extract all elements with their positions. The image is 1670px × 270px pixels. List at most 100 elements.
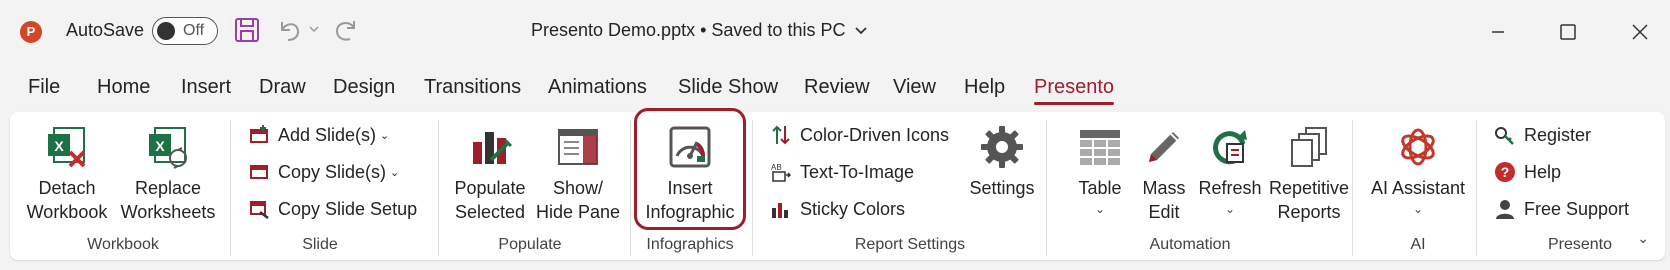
replace-worksheets-button[interactable]: X Replace Worksheets bbox=[118, 124, 218, 224]
sticky-colors-button[interactable]: Sticky Colors bbox=[770, 194, 905, 224]
autosave-state: Off bbox=[183, 22, 205, 39]
refresh-label: Refresh bbox=[1198, 178, 1262, 198]
toggle-knob bbox=[157, 22, 175, 40]
add-slides-button[interactable]: Add Slide(s) ⌄ bbox=[248, 120, 389, 150]
populate-selected-button[interactable]: Populate Selected bbox=[450, 124, 530, 224]
show-hide-pane-button[interactable]: Show/Hide Pane bbox=[536, 124, 620, 224]
pencil-icon bbox=[1149, 132, 1179, 162]
replace-worksheets-icon: X bbox=[149, 127, 187, 169]
svg-text:X: X bbox=[155, 138, 165, 154]
copy-slide-setup-label: Copy Slide Setup bbox=[278, 198, 418, 219]
group-separator bbox=[1352, 120, 1353, 256]
show-hide-pane-label: Show/Hide Pane bbox=[536, 178, 621, 222]
bar-chart-icon bbox=[772, 203, 788, 218]
copy-slides-label: Copy Slide(s) bbox=[278, 161, 387, 182]
refresh-icon bbox=[1213, 130, 1247, 165]
tab-design[interactable]: Design bbox=[333, 76, 395, 99]
close-icon[interactable] bbox=[1626, 18, 1654, 46]
group-label-slide: Slide bbox=[302, 236, 338, 253]
mass-edit-label: Mass Edit bbox=[1142, 178, 1186, 222]
free-support-button[interactable]: Free Support bbox=[1494, 194, 1629, 224]
tab-file[interactable]: File bbox=[28, 76, 60, 99]
refresh-button[interactable]: Refresh ⌄ bbox=[1192, 124, 1268, 216]
repetitive-reports-label: Repetitive Reports bbox=[1268, 178, 1350, 222]
tab-animations[interactable]: Animations bbox=[548, 76, 647, 99]
title-bar: P AutoSave Off Presento Demo.pptx • Save… bbox=[0, 0, 1670, 64]
copy-slides-button[interactable]: Copy Slide(s) ⌄ bbox=[248, 157, 399, 187]
chevron-down-icon bbox=[855, 27, 868, 35]
group-label-report-settings: Report Settings bbox=[854, 236, 966, 253]
add-slides-label: Add Slide(s) bbox=[278, 124, 377, 145]
tab-help[interactable]: Help bbox=[964, 76, 1005, 99]
ai-knot-icon bbox=[1401, 128, 1435, 166]
add-slide-icon bbox=[250, 125, 268, 143]
ribbon-tabs: File Home Insert Draw Design Transitions… bbox=[0, 76, 1670, 108]
settings-button[interactable]: Settings bbox=[962, 124, 1042, 200]
help-label: Help bbox=[1524, 161, 1562, 182]
text-to-image-label: Text-To-Image bbox=[800, 161, 915, 182]
sort-arrows-icon bbox=[772, 125, 790, 145]
copy-slide-setup-button[interactable]: Copy Slide Setup bbox=[248, 194, 417, 224]
svg-text:X: X bbox=[54, 138, 64, 154]
color-driven-icons-button[interactable]: Color-Driven Icons bbox=[770, 120, 949, 150]
document-title[interactable]: Presento Demo.pptx • Saved to this PC bbox=[531, 20, 868, 41]
settings-label: Settings bbox=[969, 178, 1035, 198]
help-button[interactable]: ? Help bbox=[1494, 157, 1561, 187]
collapse-ribbon-chevron-icon[interactable]: ⌄ bbox=[1637, 230, 1649, 247]
gear-icon bbox=[981, 126, 1023, 168]
repetitive-reports-button[interactable]: Repetitive Reports bbox=[1264, 124, 1354, 224]
chevron-down-icon: ⌄ bbox=[380, 129, 390, 142]
tab-home[interactable]: Home bbox=[97, 76, 150, 99]
group-label-populate: Populate bbox=[498, 236, 562, 253]
group-label-ai: AI bbox=[1410, 236, 1426, 253]
undo-dropdown-chevron-icon[interactable] bbox=[308, 24, 320, 34]
copy-slide-icon bbox=[250, 165, 268, 179]
ai-assistant-button[interactable]: AI Assistant ⌄ bbox=[1362, 124, 1474, 216]
detach-workbook-button[interactable]: X Detach Workbook bbox=[26, 124, 108, 224]
save-icon[interactable] bbox=[234, 16, 260, 44]
key-icon bbox=[1495, 127, 1514, 145]
svg-text:?: ? bbox=[1501, 164, 1510, 180]
detach-workbook-label: Detach Workbook bbox=[26, 178, 108, 222]
svg-text:AB: AB bbox=[771, 163, 782, 172]
powerpoint-logo-icon: P bbox=[20, 21, 42, 43]
minimize-icon[interactable] bbox=[1484, 18, 1512, 46]
text-to-image-button[interactable]: AB Text-To-Image bbox=[770, 157, 914, 187]
tab-view[interactable]: View bbox=[893, 76, 936, 99]
group-separator bbox=[1476, 120, 1477, 256]
group-separator bbox=[1046, 120, 1047, 256]
group-label-automation: Automation bbox=[1149, 236, 1231, 253]
chevron-down-icon: ⌄ bbox=[1224, 202, 1236, 216]
tab-insert[interactable]: Insert bbox=[181, 76, 231, 99]
group-label-presento: Presento bbox=[1547, 236, 1613, 253]
autosave-toggle[interactable]: Off bbox=[152, 17, 218, 45]
group-separator bbox=[438, 120, 439, 256]
group-separator bbox=[230, 120, 231, 256]
tab-draw[interactable]: Draw bbox=[259, 76, 306, 99]
text-to-image-icon: AB bbox=[771, 163, 792, 182]
table-icon bbox=[1080, 130, 1120, 165]
tab-slide-show[interactable]: Slide Show bbox=[678, 76, 778, 99]
ai-assistant-label: AI Assistant bbox=[1370, 178, 1466, 198]
chevron-down-icon: ⌄ bbox=[1412, 202, 1424, 216]
group-separator bbox=[630, 120, 631, 256]
support-person-icon bbox=[1496, 200, 1514, 219]
register-button[interactable]: Register bbox=[1494, 120, 1591, 150]
tab-transitions[interactable]: Transitions bbox=[424, 76, 521, 99]
chevron-down-icon: ⌄ bbox=[390, 166, 400, 179]
group-label-workbook: Workbook bbox=[87, 236, 159, 253]
insert-infographic-button[interactable]: Insert Infographic bbox=[638, 124, 742, 224]
help-circle-icon: ? bbox=[1495, 162, 1515, 182]
undo-icon[interactable] bbox=[276, 16, 304, 44]
maximize-icon[interactable] bbox=[1554, 18, 1582, 46]
tab-review[interactable]: Review bbox=[804, 76, 870, 99]
replace-worksheets-label: Replace Worksheets bbox=[120, 178, 216, 222]
redo-icon[interactable] bbox=[332, 16, 360, 44]
pane-icon bbox=[558, 129, 598, 165]
group-separator bbox=[752, 120, 753, 256]
mass-edit-button[interactable]: Mass Edit bbox=[1126, 124, 1202, 224]
tab-presento[interactable]: Presento bbox=[1034, 76, 1115, 105]
color-driven-icons-label: Color-Driven Icons bbox=[800, 124, 950, 145]
sticky-colors-label: Sticky Colors bbox=[800, 198, 906, 219]
detach-workbook-icon: X bbox=[48, 127, 86, 168]
